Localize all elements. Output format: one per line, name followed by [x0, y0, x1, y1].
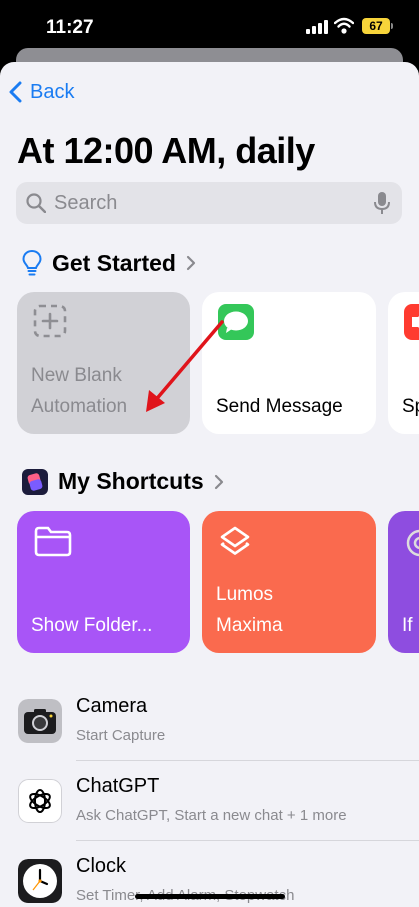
- app-actions: Ask ChatGPT, Start a new chat + 1 more: [76, 807, 347, 824]
- dashed-plus-square-icon: [33, 304, 67, 338]
- shortcuts-app-icon: [22, 468, 48, 495]
- battery-indicator: 67: [362, 18, 393, 34]
- partial-shortcut-label: If: [402, 615, 413, 636]
- lightbulb-icon: [22, 249, 42, 276]
- clock-app-icon: [18, 859, 62, 903]
- back-label: Back: [30, 80, 75, 103]
- speaker-app-icon: [404, 304, 419, 340]
- send-message-card[interactable]: Send Message: [202, 292, 376, 434]
- lumos-line1: Lumos: [216, 584, 274, 605]
- search-bar[interactable]: [16, 182, 402, 224]
- lumos-maxima-shortcut-card[interactable]: Lumos Maxima: [202, 511, 376, 653]
- get-started-title: Get Started: [52, 249, 176, 276]
- app-actions: Start Capture: [76, 727, 166, 744]
- show-folder-shortcut-card[interactable]: Show Folder...: [17, 511, 190, 653]
- app-name: Clock: [76, 855, 127, 877]
- partial-suggestion-card[interactable]: Sp: [388, 292, 419, 434]
- new-blank-automation-card[interactable]: New Blank Automation: [17, 292, 190, 434]
- list-item-chatgpt[interactable]: ChatGPT Ask ChatGPT, Start a new chat + …: [0, 763, 419, 841]
- camera-app-icon: [18, 699, 62, 743]
- my-shortcuts-header[interactable]: My Shortcuts: [22, 468, 224, 495]
- microphone-icon[interactable]: [374, 191, 390, 215]
- messages-app-icon: [218, 304, 254, 340]
- lumos-line2: Maxima: [216, 615, 283, 636]
- divider: [76, 840, 419, 841]
- cellular-signal-icon: [306, 20, 328, 34]
- search-input[interactable]: [52, 190, 374, 216]
- partial-card-label: Sp: [402, 396, 419, 417]
- get-started-header[interactable]: Get Started: [22, 249, 196, 277]
- automation-sheet: Back At 12:00 AM, daily Get Started: [0, 62, 419, 907]
- chevron-right-icon: [186, 255, 196, 271]
- app-name: Camera: [76, 695, 148, 717]
- search-icon: [26, 193, 46, 213]
- page-title: At 12:00 AM, daily: [17, 130, 315, 171]
- back-button[interactable]: Back: [8, 77, 74, 107]
- divider: [76, 760, 419, 761]
- status-time: 11:27: [46, 17, 94, 38]
- show-folder-label: Show Folder...: [31, 615, 153, 636]
- chevron-right-icon: [214, 474, 223, 489]
- wifi-icon: [334, 17, 354, 34]
- layers-icon: [220, 526, 250, 555]
- send-message-label: Send Message: [216, 396, 343, 417]
- chatgpt-app-icon: [18, 779, 62, 823]
- app-name: ChatGPT: [76, 775, 160, 797]
- new-blank-line1: New Blank: [31, 365, 122, 386]
- status-bar: 11:27 67: [0, 0, 419, 54]
- folder-icon: [34, 526, 72, 557]
- list-item-camera[interactable]: Camera Start Capture: [0, 683, 419, 761]
- partial-shortcut-card[interactable]: If: [388, 511, 419, 653]
- new-blank-line2: Automation: [31, 396, 128, 417]
- openai-logo-icon: [406, 529, 419, 557]
- home-indicator[interactable]: [135, 894, 285, 899]
- chevron-left-icon: [9, 81, 22, 103]
- my-shortcuts-title: My Shortcuts: [58, 468, 204, 494]
